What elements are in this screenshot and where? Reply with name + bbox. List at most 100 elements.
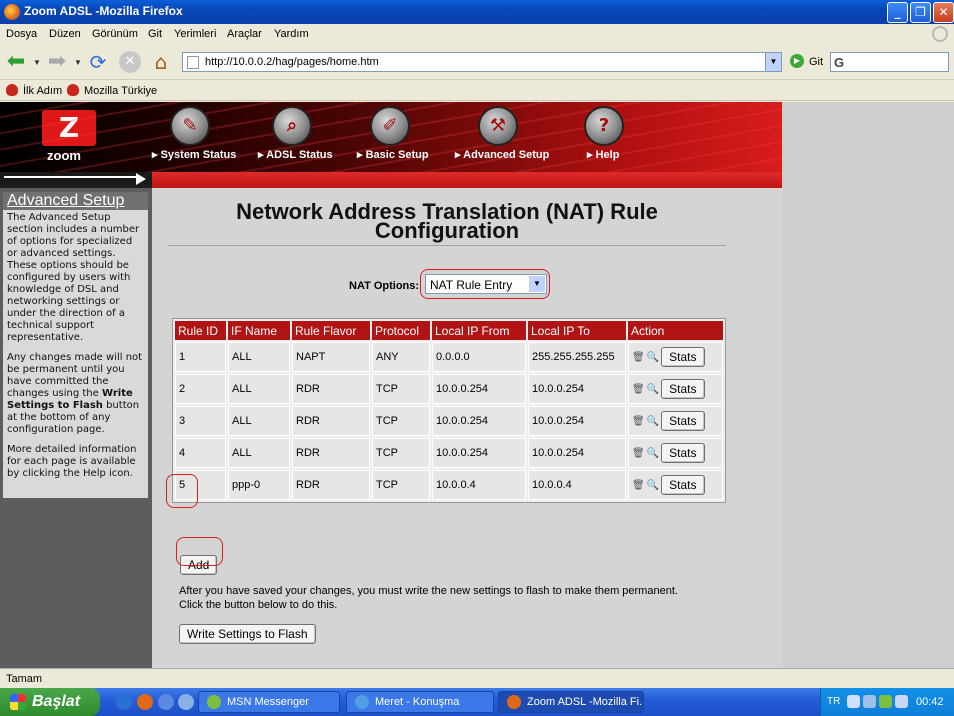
ie-icon[interactable] bbox=[116, 694, 132, 710]
menu-edit[interactable]: Düzen bbox=[49, 28, 81, 40]
url-bar[interactable]: http://10.0.0.2/hag/pages/home.htm ▼ bbox=[182, 52, 782, 72]
system-tray: TR 00:42 bbox=[820, 688, 954, 716]
forward-icon[interactable]: ➡ bbox=[46, 51, 68, 73]
minimize-button[interactable]: _ bbox=[887, 2, 908, 23]
stats-button[interactable]: Stats bbox=[661, 379, 705, 399]
taskbar: Başlat MSN Messenger Meret - Konuşma Zoo… bbox=[0, 688, 954, 716]
throbber-icon bbox=[932, 26, 948, 42]
cell-local-ip-to: 255.255.255.255 bbox=[528, 342, 626, 372]
cell-local-ip-to: 10.0.0.254 bbox=[528, 438, 626, 468]
cell-local-ip-from: 10.0.0.254 bbox=[432, 438, 526, 468]
nav-advanced-setup[interactable]: ▸ Advanced Setup bbox=[455, 148, 549, 161]
menu-file[interactable]: Dosya bbox=[6, 28, 37, 40]
col-local-ip-to: Local IP To bbox=[528, 321, 626, 340]
volume-tray-icon[interactable] bbox=[895, 695, 908, 708]
close-button[interactable]: ✕ bbox=[933, 2, 954, 23]
nat-options-label: NAT Options: bbox=[349, 280, 420, 292]
magnifier-icon[interactable]: 🔍 bbox=[647, 352, 659, 363]
menu-view[interactable]: Görünüm bbox=[92, 28, 138, 40]
msn-icon bbox=[207, 695, 221, 709]
table-row: 4 ALL RDR TCP 10.0.0.254 10.0.0.254 🗑 🔍 St… bbox=[175, 438, 723, 468]
bookmark-mozilla-turkiye[interactable]: Mozilla Türkiye bbox=[84, 85, 157, 97]
write-settings-button[interactable]: Write Settings to Flash bbox=[179, 624, 316, 644]
bookmarks-toolbar: İlk Adım Mozilla Türkiye bbox=[0, 81, 954, 101]
url-dropdown-icon[interactable]: ▼ bbox=[765, 53, 781, 71]
magnifier-icon[interactable]: 🔍 bbox=[647, 384, 659, 395]
messenger-quicklaunch-icon[interactable] bbox=[158, 694, 174, 710]
go-button[interactable]: Git bbox=[809, 56, 823, 68]
stats-button[interactable]: Stats bbox=[661, 443, 705, 463]
nav-help[interactable]: ▸ Help bbox=[587, 148, 619, 161]
task-conversation[interactable]: Meret - Konuşma bbox=[346, 691, 494, 713]
home-icon[interactable]: ⌂ bbox=[150, 51, 172, 73]
back-dropdown-icon[interactable]: ▼ bbox=[33, 58, 41, 67]
trash-icon[interactable]: 🗑 bbox=[632, 384, 645, 395]
sidebar-text: The Advanced Setup section includes a nu… bbox=[7, 212, 140, 343]
magnifier-icon[interactable]: 🔍 bbox=[647, 448, 659, 459]
flash-note: After you have saved your changes, you m… bbox=[179, 585, 678, 611]
menu-tools[interactable]: Araçlar bbox=[227, 28, 262, 40]
header-arrow bbox=[0, 172, 152, 188]
bookmark-icon bbox=[6, 84, 18, 96]
help-tray-icon[interactable] bbox=[847, 695, 860, 708]
help-icon[interactable]: ? bbox=[584, 106, 624, 146]
adsl-status-icon[interactable]: ⌕ bbox=[272, 106, 312, 146]
window-titlebar: Zoom ADSL -Mozilla Firefox _ ❐ ✕ bbox=[0, 0, 954, 24]
stats-button[interactable]: Stats bbox=[661, 347, 705, 367]
table-row: 2 ALL RDR TCP 10.0.0.254 10.0.0.254 🗑 🔍 St… bbox=[175, 374, 723, 404]
col-if-name: IF Name bbox=[228, 321, 290, 340]
sidebar-title[interactable]: Advanced Setup bbox=[3, 192, 148, 210]
menu-bookmarks[interactable]: Yerimleri bbox=[174, 28, 216, 40]
firefox-quicklaunch-icon[interactable] bbox=[137, 694, 153, 710]
stats-button[interactable]: Stats bbox=[661, 411, 705, 431]
task-msn-messenger[interactable]: MSN Messenger bbox=[198, 691, 340, 713]
cell-local-ip-to: 10.0.0.4 bbox=[528, 470, 626, 500]
reload-icon[interactable]: ⟳ bbox=[87, 51, 109, 73]
system-status-icon[interactable]: ✎ bbox=[170, 106, 210, 146]
status-bar: Tamam bbox=[0, 668, 954, 688]
basic-setup-icon[interactable]: ✐ bbox=[370, 106, 410, 146]
bookmark-icon bbox=[67, 84, 79, 96]
maximize-button[interactable]: ❐ bbox=[910, 2, 931, 23]
nav-system-status[interactable]: ▸ System Status bbox=[152, 148, 236, 161]
nav-adsl-status[interactable]: ▸ ADSL Status bbox=[258, 148, 333, 161]
trash-icon[interactable]: 🗑 bbox=[632, 352, 645, 363]
advanced-setup-icon[interactable]: ⚒ bbox=[478, 106, 518, 146]
search-input[interactable]: G bbox=[830, 52, 949, 72]
cell-local-ip-from: 10.0.0.4 bbox=[432, 470, 526, 500]
table-row: 3 ALL RDR TCP 10.0.0.254 10.0.0.254 🗑 🔍 St… bbox=[175, 406, 723, 436]
start-button[interactable]: Başlat bbox=[0, 688, 100, 716]
trash-icon[interactable]: 🗑 bbox=[632, 480, 645, 491]
go-icon[interactable]: ▶ bbox=[790, 54, 804, 68]
menu-go[interactable]: Git bbox=[148, 28, 162, 40]
language-indicator[interactable]: TR bbox=[827, 696, 840, 707]
menu-help[interactable]: Yardım bbox=[274, 28, 309, 40]
magnifier-icon[interactable]: 🔍 bbox=[647, 480, 659, 491]
msn-tray-icon[interactable] bbox=[879, 695, 892, 708]
cell-protocol: TCP bbox=[372, 406, 430, 436]
window-title: Zoom ADSL -Mozilla Firefox bbox=[24, 4, 183, 18]
sidebar: Advanced Setup The Advanced Setup sectio… bbox=[0, 188, 152, 668]
back-icon[interactable]: ⬅ bbox=[5, 51, 27, 73]
cell-local-ip-from: 10.0.0.254 bbox=[432, 374, 526, 404]
col-local-ip-from: Local IP From bbox=[432, 321, 526, 340]
highlight-add-button bbox=[176, 537, 223, 566]
stop-icon[interactable]: ✕ bbox=[119, 51, 141, 73]
cell-if-name: ALL bbox=[228, 342, 290, 372]
sidebar-help-box: Advanced Setup The Advanced Setup sectio… bbox=[3, 192, 148, 498]
magnifier-icon[interactable]: 🔍 bbox=[647, 416, 659, 427]
task-firefox[interactable]: Zoom ADSL -Mozilla Fi... bbox=[498, 691, 644, 713]
trash-icon[interactable]: 🗑 bbox=[632, 448, 645, 459]
stats-button[interactable]: Stats bbox=[661, 475, 705, 495]
trash-icon[interactable]: 🗑 bbox=[632, 416, 645, 427]
page-content: Z zoom ✎ ▸ System Status ⌕ ▸ ADSL Status… bbox=[0, 102, 954, 668]
cell-protocol: ANY bbox=[372, 342, 430, 372]
cell-protocol: TCP bbox=[372, 470, 430, 500]
desktop-icon[interactable] bbox=[178, 694, 194, 710]
network-tray-icon[interactable] bbox=[863, 695, 876, 708]
cell-protocol: TCP bbox=[372, 438, 430, 468]
forward-dropdown-icon[interactable]: ▼ bbox=[74, 58, 82, 67]
cell-local-ip-to: 10.0.0.254 bbox=[528, 406, 626, 436]
nav-basic-setup[interactable]: ▸ Basic Setup bbox=[357, 148, 429, 161]
bookmark-first-steps[interactable]: İlk Adım bbox=[23, 85, 62, 97]
